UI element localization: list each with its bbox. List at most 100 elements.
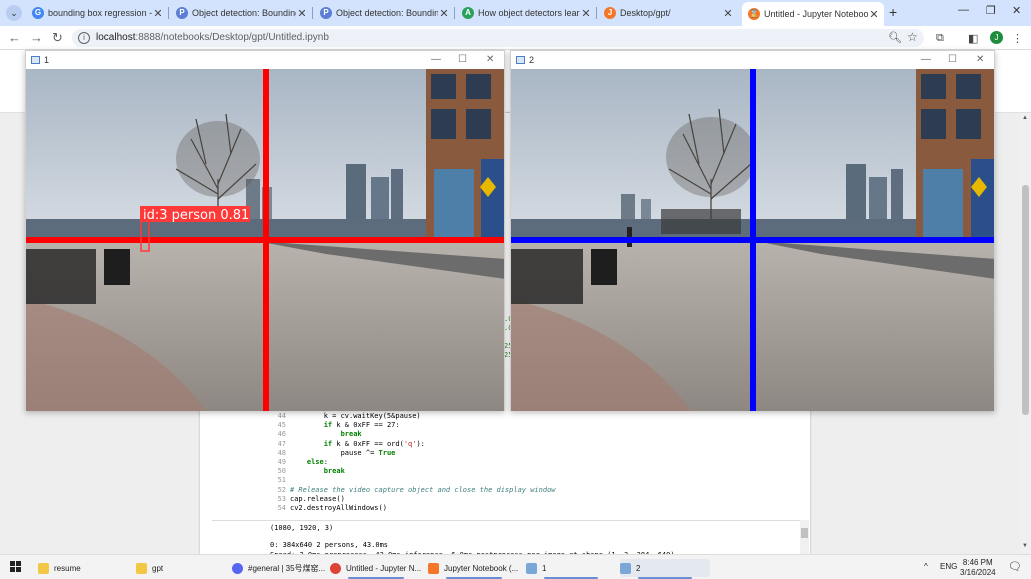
taskbar-item-jupyter[interactable]: Jupyter Notebook (... xyxy=(428,559,520,579)
minimize-icon[interactable]: — xyxy=(921,54,931,65)
window-icon xyxy=(516,56,525,64)
close-icon[interactable]: ✕ xyxy=(152,7,164,20)
tab-search-icon[interactable]: ⌄ xyxy=(6,5,22,21)
tab-0[interactable]: G bounding box regression - Goo ✕ xyxy=(26,2,168,24)
window-titlebar[interactable]: 2 — ☐ ✕ xyxy=(511,51,994,69)
tab-2[interactable]: P Object detection: Bounding bo ✕ xyxy=(314,2,454,24)
code-cell[interactable]: 44 k = cv.waitKey(5&pause) 45 if k & 0xFF… xyxy=(268,412,808,513)
line-number: 44 xyxy=(277,412,286,420)
browser-tab-bar: ⌄ G bounding box regression - Goo ✕ P Ob… xyxy=(0,0,1031,26)
taskbar-item-window-1[interactable]: 1 xyxy=(526,559,616,579)
close-icon[interactable]: ✕ xyxy=(580,7,592,20)
side-panel-icon[interactable]: ◧ xyxy=(968,32,978,45)
tab-label: Desktop/gpt/ xyxy=(620,8,671,18)
code-line: 53 cap.release() xyxy=(268,495,808,504)
article-site-icon: A xyxy=(462,7,474,19)
video-window-2[interactable]: 2 — ☐ ✕ xyxy=(510,50,995,411)
window-icon xyxy=(31,56,40,64)
jupyter-icon: J xyxy=(604,7,616,19)
tab-label: Object detection: Bounding bo xyxy=(192,8,296,18)
back-icon[interactable]: ← xyxy=(8,30,21,45)
profile-avatar[interactable]: J xyxy=(990,31,1003,44)
scroll-thumb[interactable] xyxy=(1022,185,1029,415)
window-titlebar[interactable]: 1 — ☐ ✕ xyxy=(26,51,504,69)
output-area: (1080, 1920, 3) 0: 384x640 2 persons, 43… xyxy=(212,520,809,559)
vertical-line xyxy=(263,69,269,411)
output-scrollbar[interactable] xyxy=(800,520,809,554)
bookmark-star-icon[interactable]: ☆ xyxy=(907,30,918,44)
url-input[interactable]: i localhost:8888/notebooks/Desktop/gpt/U… xyxy=(72,29,924,47)
close-icon[interactable]: ✕ xyxy=(976,54,984,65)
code-line: 54 cv2.destroyAllWindows() xyxy=(268,504,808,513)
output-line: (1080, 1920, 3) xyxy=(270,524,334,532)
code-line: 45 if k & 0xFF == 27: xyxy=(268,421,808,430)
close-icon[interactable]: ✕ xyxy=(722,7,734,20)
line-number: 51 xyxy=(277,476,286,485)
notification-icon[interactable]: 🗨︎ xyxy=(1008,560,1022,573)
street-scene: id:3 person 0.81 xyxy=(26,69,504,411)
taskbar-item-resume[interactable]: resume xyxy=(38,559,128,577)
code-line: 48 pause ^= True xyxy=(268,449,808,458)
window-icon xyxy=(526,562,537,574)
detection-label: id:3 person 0.81 xyxy=(143,208,249,223)
close-icon[interactable]: ✕ xyxy=(296,7,308,20)
scroll-down-icon[interactable]: ▼ xyxy=(1022,543,1028,549)
video-frame: id:3 person 0.81 xyxy=(26,69,504,411)
new-tab-icon[interactable]: + xyxy=(889,4,897,20)
code-line: 51 xyxy=(268,476,808,485)
address-bar: ← → ↻ i localhost:8888/notebooks/Desktop… xyxy=(0,26,1031,50)
tab-label: How object detectors learn xyxy=(478,8,580,18)
page-scrollbar[interactable]: ▲ ▼ xyxy=(1020,113,1031,554)
code-line: 49 else: xyxy=(268,458,808,467)
close-icon[interactable]: ✕ xyxy=(486,54,494,65)
tab-5-active[interactable]: ⌛ Untitled - Jupyter Notebook ✕ xyxy=(742,2,884,26)
window-title: 2 xyxy=(529,55,535,65)
pdf-site-icon: P xyxy=(176,7,188,19)
minimize-icon[interactable]: — xyxy=(431,54,441,65)
url-text: localhost:8888/notebooks/Desktop/gpt/Unt… xyxy=(96,32,329,43)
close-window-icon[interactable]: ✕ xyxy=(1012,4,1021,17)
minimize-icon[interactable]: — xyxy=(958,4,969,16)
google-icon: G xyxy=(32,7,44,19)
windows-start-icon[interactable] xyxy=(10,561,22,573)
tab-4[interactable]: J Desktop/gpt/ ✕ xyxy=(598,2,738,24)
menu-icon[interactable]: ⋮ xyxy=(1012,32,1023,45)
zoom-icon[interactable]: 🔍︎ xyxy=(888,31,902,44)
scroll-up-icon[interactable]: ▲ xyxy=(1022,115,1028,121)
video-window-1[interactable]: 1 — ☐ ✕ id:3 person 0.81 xyxy=(25,50,505,411)
tab-3[interactable]: A How object detectors learn ✕ xyxy=(456,2,596,24)
close-icon[interactable]: ✕ xyxy=(868,8,880,21)
window-title: 1 xyxy=(44,55,50,65)
code-line: 47 if k & 0xFF == ord('q'): xyxy=(268,440,808,449)
tray-chevron-icon[interactable]: ^ xyxy=(924,562,928,571)
line-number: 50 xyxy=(277,467,286,476)
video-frame xyxy=(511,69,994,411)
window-icon xyxy=(620,562,631,574)
line-number: 49 xyxy=(277,457,286,466)
taskbar-item-window-2[interactable]: 2 xyxy=(620,559,710,579)
folder-icon xyxy=(136,562,147,574)
language-indicator[interactable]: ENG xyxy=(940,562,957,571)
system-clock[interactable]: 8:46 PM 3/16/2024 xyxy=(960,558,996,578)
line-number: 48 xyxy=(277,448,286,457)
tab-label: bounding box regression - Goo xyxy=(48,8,152,18)
site-info-icon[interactable]: i xyxy=(78,32,90,44)
jupyter-hourglass-icon: ⌛ xyxy=(748,8,760,20)
taskbar-item-chrome[interactable]: Untitled - Jupyter N... xyxy=(330,559,422,579)
extensions-icon[interactable]: ⧉ xyxy=(936,32,944,45)
line-number: 47 xyxy=(277,439,286,448)
forward-icon[interactable]: → xyxy=(30,30,43,45)
tab-1[interactable]: P Object detection: Bounding bo ✕ xyxy=(170,2,312,24)
taskbar-item-discord[interactable]: #general | 35号煤窑... xyxy=(232,559,325,577)
reload-icon[interactable]: ↻ xyxy=(52,30,63,46)
maximize-icon[interactable]: ☐ xyxy=(458,54,467,65)
street-scene xyxy=(511,69,994,411)
maximize-icon[interactable]: ☐ xyxy=(948,54,957,65)
close-icon[interactable]: ✕ xyxy=(438,7,450,20)
vertical-line xyxy=(750,69,756,411)
taskbar-item-gpt[interactable]: gpt xyxy=(136,559,226,577)
restore-icon[interactable]: ❐ xyxy=(986,4,996,17)
line-number: 46 xyxy=(277,430,286,439)
output-line: 0: 384x640 2 persons, 43.0ms xyxy=(270,541,389,549)
tab-label: Untitled - Jupyter Notebook xyxy=(764,9,868,19)
